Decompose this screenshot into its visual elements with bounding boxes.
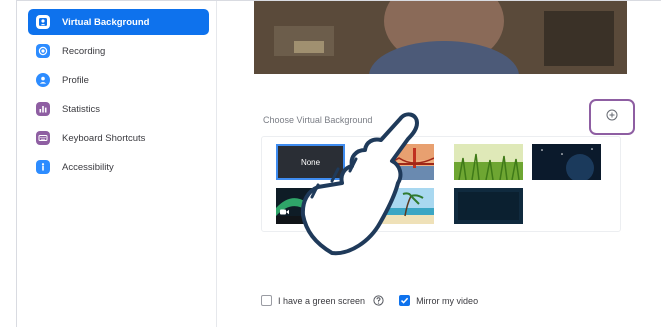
sidebar-item-statistics[interactable]: Statistics (28, 96, 209, 122)
sidebar-item-recording[interactable]: Recording (28, 38, 209, 64)
sidebar-item-keyboard-shortcuts[interactable]: Keyboard Shortcuts (28, 125, 209, 151)
sidebar-item-label: Statistics (62, 103, 101, 115)
user-icon (36, 73, 50, 87)
record-icon (36, 44, 50, 58)
settings-sidebar: Virtual Background Recording Profile Sta… (17, 1, 217, 327)
accessibility-icon (36, 160, 50, 174)
video-options-row: I have a green screen Mirror my video (261, 295, 478, 306)
question-circle-icon[interactable] (373, 295, 384, 306)
sidebar-item-label: Accessibility (62, 161, 114, 173)
pointing-hand-icon (300, 112, 419, 256)
sidebar-item-label: Virtual Background (62, 16, 150, 28)
background-option-space[interactable] (532, 144, 601, 180)
bar-chart-icon (36, 102, 50, 116)
plus-circle-icon (606, 108, 618, 126)
video-preview (254, 1, 627, 74)
add-background-button[interactable] (589, 99, 635, 135)
mirror-video-label: Mirror my video (416, 295, 479, 306)
person-badge-icon (36, 15, 50, 29)
keyboard-icon (36, 131, 50, 145)
sidebar-item-profile[interactable]: Profile (28, 67, 209, 93)
mirror-video-checkbox[interactable] (399, 295, 411, 306)
checkmark-icon (401, 297, 409, 304)
sidebar-item-label: Keyboard Shortcuts (62, 132, 146, 144)
sidebar-item-label: Recording (62, 45, 106, 57)
green-screen-checkbox[interactable] (261, 295, 272, 306)
sidebar-item-accessibility[interactable]: Accessibility (28, 154, 209, 180)
sidebar-item-label: Profile (62, 74, 89, 86)
green-screen-label: I have a green screen (278, 295, 366, 306)
sidebar-item-virtual-background[interactable]: Virtual Background (28, 9, 209, 35)
